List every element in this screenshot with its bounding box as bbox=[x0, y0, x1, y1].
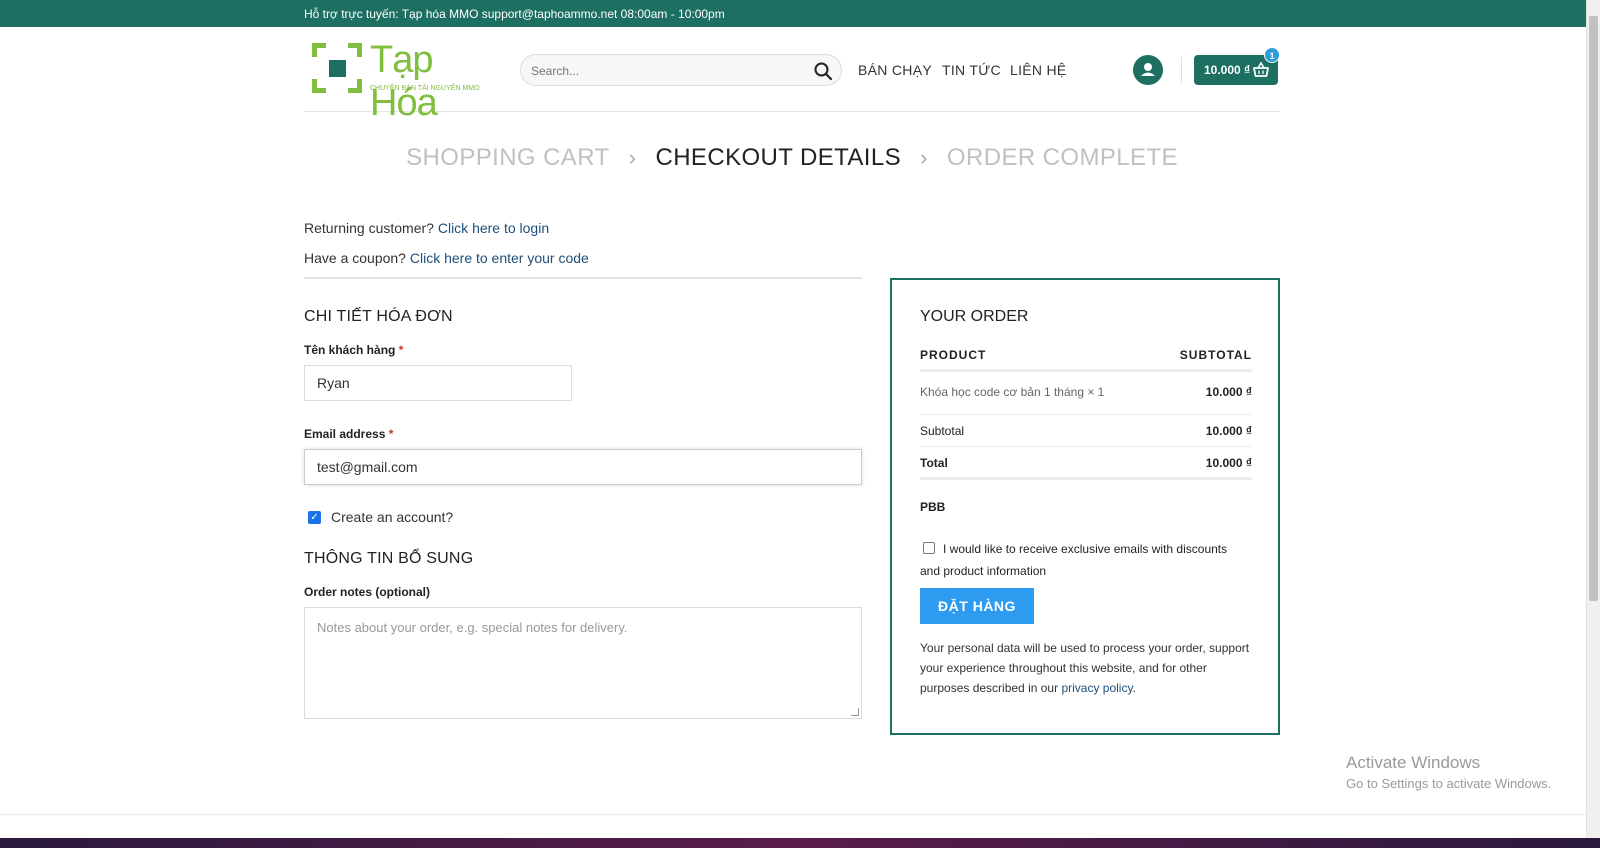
chevron-right-icon: › bbox=[628, 144, 637, 170]
col-subtotal: SUBTOTAL bbox=[1179, 348, 1252, 362]
account-button[interactable] bbox=[1133, 55, 1163, 85]
search-box bbox=[520, 54, 842, 86]
nav-item-contact[interactable]: LIÊN HỆ bbox=[1010, 62, 1067, 78]
email-optin-label[interactable]: I would like to receive exclusive emails… bbox=[920, 542, 1227, 578]
resize-grip-icon[interactable] bbox=[851, 708, 859, 716]
user-icon bbox=[1141, 63, 1155, 76]
header-divider bbox=[1181, 57, 1182, 83]
order-table-header: PRODUCT SUBTOTAL bbox=[920, 346, 1252, 372]
site-logo[interactable]: Tạp Hóa CHUYÊN BÁN TÀI NGUYÊN MMO bbox=[312, 39, 487, 124]
coupon-text: Have a coupon? bbox=[304, 250, 406, 266]
email-label: Email address * bbox=[304, 427, 394, 441]
product-price: 10.000 ₫ bbox=[1205, 385, 1252, 399]
coupon-link[interactable]: Click here to enter your code bbox=[410, 250, 589, 266]
additional-info-title: THÔNG TIN BỔ SUNG bbox=[304, 550, 474, 567]
name-label: Tên khách hàng * bbox=[304, 343, 404, 357]
order-title: YOUR ORDER bbox=[920, 308, 1029, 325]
order-notes-textarea[interactable]: Notes about your order, e.g. special not… bbox=[304, 607, 862, 719]
privacy-policy-link[interactable]: privacy policy bbox=[1061, 681, 1132, 695]
create-account-checkbox[interactable]: ✓ bbox=[308, 511, 321, 524]
logo-tagline: CHUYÊN BÁN TÀI NGUYÊN MMO bbox=[370, 85, 480, 92]
privacy-notice: Your personal data will be used to proce… bbox=[920, 641, 1250, 695]
total-value: 10.000 ₫ bbox=[1205, 456, 1252, 470]
subtotal-value: 10.000 ₫ bbox=[1205, 424, 1252, 438]
watermark-subtitle: Go to Settings to activate Windows. bbox=[1346, 776, 1552, 791]
logo-mark-icon bbox=[312, 43, 362, 93]
returning-customer-notice: Returning customer? Click here to login bbox=[304, 220, 549, 236]
checkout-steps: SHOPPING CART › CHECKOUT DETAILS › ORDER… bbox=[304, 143, 1280, 172]
total-row: Total 10.000 ₫ bbox=[920, 447, 1252, 480]
footer-divider bbox=[0, 814, 1586, 815]
order-notes-placeholder: Notes about your order, e.g. special not… bbox=[317, 620, 628, 635]
page-scrollbar[interactable] bbox=[1586, 0, 1600, 838]
support-info-text: Hỗ trợ trực tuyến: Tạp hóa MMO support@t… bbox=[304, 7, 725, 21]
section-divider bbox=[304, 277, 862, 279]
site-header: Tạp Hóa CHUYÊN BÁN TÀI NGUYÊN MMO BÁN CH… bbox=[304, 27, 1280, 124]
order-review-box: YOUR ORDER PRODUCT SUBTOTAL Khóa học cod… bbox=[890, 278, 1280, 735]
step-shopping-cart[interactable]: SHOPPING CART bbox=[406, 144, 609, 172]
subtotal-label: Subtotal bbox=[920, 424, 965, 438]
place-order-button[interactable]: ĐẶT HÀNG bbox=[920, 588, 1034, 624]
order-notes-label: Order notes (optional) bbox=[304, 585, 430, 599]
required-mark: * bbox=[388, 427, 394, 441]
os-taskbar bbox=[0, 838, 1600, 848]
total-label: Total bbox=[920, 456, 948, 470]
step-order-complete: ORDER COMPLETE bbox=[946, 143, 1178, 171]
col-product: PRODUCT bbox=[920, 348, 987, 362]
windows-activation-watermark: Activate Windows Go to Settings to activ… bbox=[1346, 753, 1551, 791]
cart-amount: 10.000 ₫ bbox=[1204, 63, 1251, 77]
returning-customer-text: Returning customer? bbox=[304, 220, 434, 236]
cart-count-badge: 1 bbox=[1264, 47, 1280, 63]
required-mark: * bbox=[398, 343, 404, 357]
email-optin[interactable]: I would like to receive exclusive emails… bbox=[920, 538, 1250, 582]
search-icon[interactable] bbox=[813, 61, 833, 81]
top-info-bar: Hỗ trợ trực tuyến: Tạp hóa MMO support@t… bbox=[0, 0, 1586, 27]
login-link[interactable]: Click here to login bbox=[438, 220, 549, 236]
nav-item-best-sellers[interactable]: BÁN CHẠY bbox=[858, 62, 932, 78]
chevron-right-icon: › bbox=[920, 144, 928, 170]
basket-icon bbox=[1253, 61, 1269, 77]
table-row: Khóa học code cơ bản 1 tháng × 1 10.000 … bbox=[920, 372, 1252, 415]
product-name: Khóa học code cơ bản 1 tháng × 1 bbox=[920, 385, 1105, 399]
cart-button[interactable]: 10.000 ₫ 1 bbox=[1194, 47, 1280, 85]
search-input[interactable] bbox=[531, 61, 801, 81]
billing-title: CHI TIẾT HÓA ĐƠN bbox=[304, 308, 453, 325]
coupon-notice: Have a coupon? Click here to enter your … bbox=[304, 250, 589, 266]
scrollbar-thumb[interactable] bbox=[1589, 16, 1598, 601]
payment-method-label: PBB bbox=[920, 500, 946, 514]
nav-item-news[interactable]: TIN TỨC bbox=[942, 62, 1001, 78]
create-account-label[interactable]: Create an account? bbox=[331, 509, 453, 525]
email-field[interactable]: test@gmail.com bbox=[304, 449, 862, 485]
step-checkout-details[interactable]: CHECKOUT DETAILS bbox=[655, 144, 901, 172]
email-optin-checkbox[interactable] bbox=[923, 542, 935, 554]
watermark-title: Activate Windows bbox=[1346, 753, 1481, 772]
name-field[interactable]: Ryan bbox=[304, 365, 572, 401]
logo-name: Tạp Hóa bbox=[370, 39, 438, 124]
subtotal-row: Subtotal 10.000 ₫ bbox=[920, 415, 1252, 447]
